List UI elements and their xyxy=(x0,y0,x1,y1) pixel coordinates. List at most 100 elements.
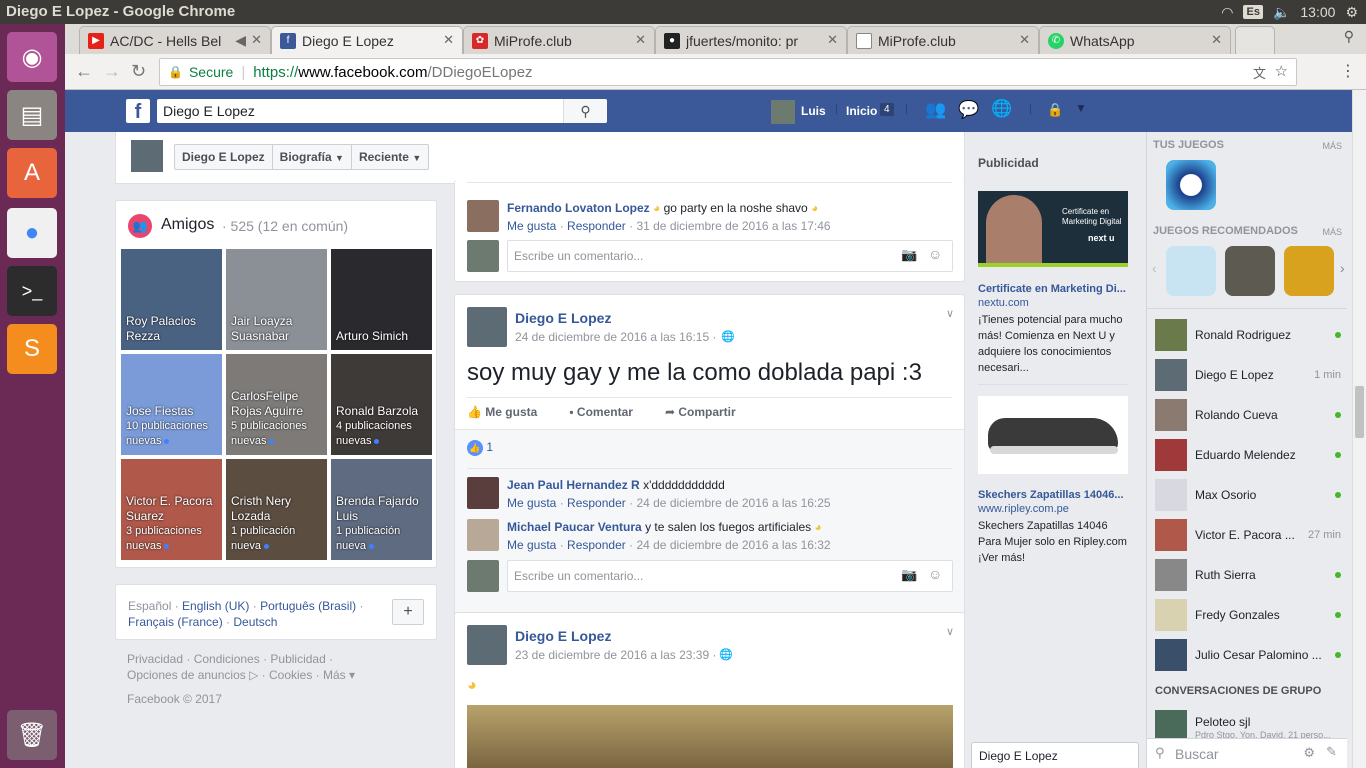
avatar[interactable] xyxy=(467,200,499,232)
tab-acdc[interactable]: ▶ AC/DC - Hells Bel ◀ ✕ xyxy=(79,26,271,54)
next-games-chevron-icon[interactable]: › xyxy=(1340,260,1345,276)
emoji-icon[interactable]: ☺ xyxy=(928,246,942,262)
tab-miprofe[interactable]: ✿ MiProfe.club ✕ xyxy=(463,26,655,54)
comment-like-link[interactable]: Me gusta xyxy=(507,219,556,233)
comment-input[interactable]: Escribe un comentario... xyxy=(507,240,953,272)
post-author[interactable]: Diego E Lopez xyxy=(515,628,611,644)
notifications-globe-icon[interactable]: 🌐 xyxy=(991,99,1012,119)
friend-requests-icon[interactable]: 👥 xyxy=(925,100,946,120)
software-center-icon[interactable]: A xyxy=(7,148,57,198)
chat-contact[interactable]: Ruth Sierra xyxy=(1147,555,1347,595)
chat-contact[interactable]: Max Osorio xyxy=(1147,475,1347,515)
forward-icon[interactable]: → xyxy=(103,61,121,82)
close-tab-icon[interactable]: ✕ xyxy=(1019,32,1030,48)
account-menu-arrow-icon[interactable]: ▼ xyxy=(1075,101,1087,115)
comment-author[interactable]: Jean Paul Hernandez R xyxy=(507,478,640,492)
keyboard-language[interactable]: Es xyxy=(1243,5,1263,19)
chat-contact[interactable]: Rolando Cueva xyxy=(1147,395,1347,435)
back-icon[interactable]: ← xyxy=(75,61,93,82)
comment-button[interactable]: ▪ Comentar xyxy=(569,405,633,419)
comment-author[interactable]: Michael Paucar Ventura xyxy=(507,520,642,534)
comment-reply-link[interactable]: Responder xyxy=(567,496,626,510)
share-button[interactable]: ➦ Compartir xyxy=(665,405,736,419)
comment-input[interactable]: Escribe un comentario... xyxy=(507,560,953,592)
ad-image-nextu[interactable]: Certificate en Marketing Digital next u xyxy=(978,191,1128,267)
chat-contact[interactable]: Ronald Rodriguez xyxy=(1147,315,1347,355)
footer-links-line2[interactable]: Opciones de anuncios ▷ · Cookies · Más ▾ xyxy=(127,667,355,683)
search-icon[interactable]: ⚲ xyxy=(563,99,607,123)
chat-contact[interactable]: Diego E Lopez 1 min xyxy=(1147,355,1347,395)
language-francais[interactable]: Français (France) xyxy=(128,615,223,629)
avatar[interactable] xyxy=(467,519,499,551)
recommended-more-link[interactable]: MÁS xyxy=(1322,227,1342,237)
ad-headline[interactable]: Skechers Zapatillas 14046... xyxy=(978,489,1124,501)
avatar[interactable] xyxy=(771,100,795,124)
taxi-game-icon[interactable] xyxy=(1284,246,1334,296)
ad-image-skechers[interactable] xyxy=(978,396,1128,474)
post-timestamp[interactable]: 23 de diciembre de 2016 a las 23:39 · xyxy=(515,648,716,662)
add-language-button[interactable]: + xyxy=(392,599,424,625)
friend-tile[interactable]: Jair Loayza Suasnabar xyxy=(226,249,327,350)
tab-whatsapp[interactable]: ✆ WhatsApp ✕ xyxy=(1039,26,1231,54)
comment-author[interactable]: Fernando Lovaton Lopez xyxy=(507,201,650,215)
facebook-search-input[interactable]: Diego E Lopez xyxy=(157,99,607,123)
profile-thumb-avatar[interactable] xyxy=(131,140,163,172)
friend-name[interactable]: Arturo Simich xyxy=(336,329,429,344)
comment-reply-link[interactable]: Responder xyxy=(567,538,626,552)
new-tab-button[interactable] xyxy=(1235,26,1275,54)
games-more-link[interactable]: MÁS xyxy=(1322,141,1342,151)
friend-name[interactable]: Ronald Barzola xyxy=(336,404,429,419)
friend-tile[interactable]: CarlosFelipe Rojas Aguirre 5 publicacione… xyxy=(226,354,327,455)
camera-icon[interactable]: 📷 xyxy=(901,567,917,583)
comment-like-link[interactable]: Me gusta xyxy=(507,538,556,552)
tab-diego-lopez[interactable]: f Diego E Lopez ✕ xyxy=(271,26,463,54)
tab-miprofe-2[interactable]: MiProfe.club ✕ xyxy=(847,26,1039,54)
friend-name[interactable]: Jose Fiestas xyxy=(126,404,219,419)
prev-games-chevron-icon[interactable]: ‹ xyxy=(1152,260,1157,276)
chat-options-gear-icon[interactable]: ⚙ xyxy=(1303,745,1315,761)
address-bar[interactable]: 🔒 Secure | https:// www.facebook.com /DD… xyxy=(159,58,1297,86)
close-tab-icon[interactable]: ✕ xyxy=(443,32,454,48)
comment-timestamp[interactable]: 24 de diciembre de 2016 a las 16:32 xyxy=(636,538,830,552)
friend-name[interactable]: Victor E. Pacora Suarez xyxy=(126,494,219,524)
facebook-logo-icon[interactable]: f xyxy=(126,99,150,123)
ad-domain[interactable]: nextu.com xyxy=(978,297,1029,309)
new-message-icon[interactable]: ✎ xyxy=(1326,744,1337,760)
privacy-lock-icon[interactable]: 🔒 xyxy=(1047,102,1063,118)
scrollbar-thumb[interactable] xyxy=(1355,386,1364,438)
files-icon[interactable]: ▤ xyxy=(7,90,57,140)
profile-name-button[interactable]: Diego E Lopez xyxy=(175,145,273,169)
ad-domain[interactable]: www.ripley.com.pe xyxy=(978,503,1069,515)
chat-contact[interactable]: Julio Cesar Palomino ... xyxy=(1147,635,1347,675)
tab-github[interactable]: ● jfuertes/monito: pr ✕ xyxy=(655,26,847,54)
friend-name[interactable]: CarlosFelipe Rojas Aguirre xyxy=(231,389,324,419)
chat-contact[interactable]: Eduardo Melendez xyxy=(1147,435,1347,475)
friends-title[interactable]: Amigos xyxy=(161,216,214,234)
friend-name[interactable]: Brenda Fajardo Luis xyxy=(336,494,429,524)
chat-search-input[interactable]: Buscar xyxy=(1175,746,1219,762)
group-name[interactable]: Peloteo sjl xyxy=(1195,715,1250,729)
chat-contact[interactable]: Fredy Gonzales xyxy=(1147,595,1347,635)
avatar[interactable] xyxy=(467,625,507,665)
wifi-icon[interactable]: ◠ xyxy=(1221,4,1233,21)
close-tab-icon[interactable]: ✕ xyxy=(635,32,646,48)
post-photo[interactable] xyxy=(467,705,953,768)
car-driving-game-icon[interactable] xyxy=(1225,246,1275,296)
page-scrollbar[interactable] xyxy=(1352,90,1366,768)
language-deutsch[interactable]: Deutsch xyxy=(233,615,277,629)
comment-timestamp[interactable]: 31 de diciembre de 2016 a las 17:46 xyxy=(636,219,830,233)
language-english-uk[interactable]: English (UK) xyxy=(182,599,249,613)
recent-button[interactable]: Reciente ▼ xyxy=(352,145,428,169)
close-tab-icon[interactable]: ✕ xyxy=(827,32,838,48)
bookmark-star-icon[interactable]: ☆ xyxy=(1275,62,1288,80)
emoji-icon[interactable]: ☺ xyxy=(928,566,942,582)
timeline-button[interactable]: Biografía ▼ xyxy=(273,145,352,169)
avatar[interactable] xyxy=(467,477,499,509)
settings-gear-icon[interactable]: ⚙ xyxy=(1345,4,1358,21)
8-ball-pool-icon[interactable] xyxy=(1166,160,1216,210)
comment-reply-link[interactable]: Responder xyxy=(567,219,626,233)
friend-tile[interactable]: Arturo Simich xyxy=(331,249,432,350)
friend-tile[interactable]: Roy Palacios Rezza xyxy=(121,249,222,350)
friend-tile[interactable]: Brenda Fajardo Luis 1 publicación nueva xyxy=(331,459,432,560)
close-tab-icon[interactable]: ✕ xyxy=(251,32,262,48)
